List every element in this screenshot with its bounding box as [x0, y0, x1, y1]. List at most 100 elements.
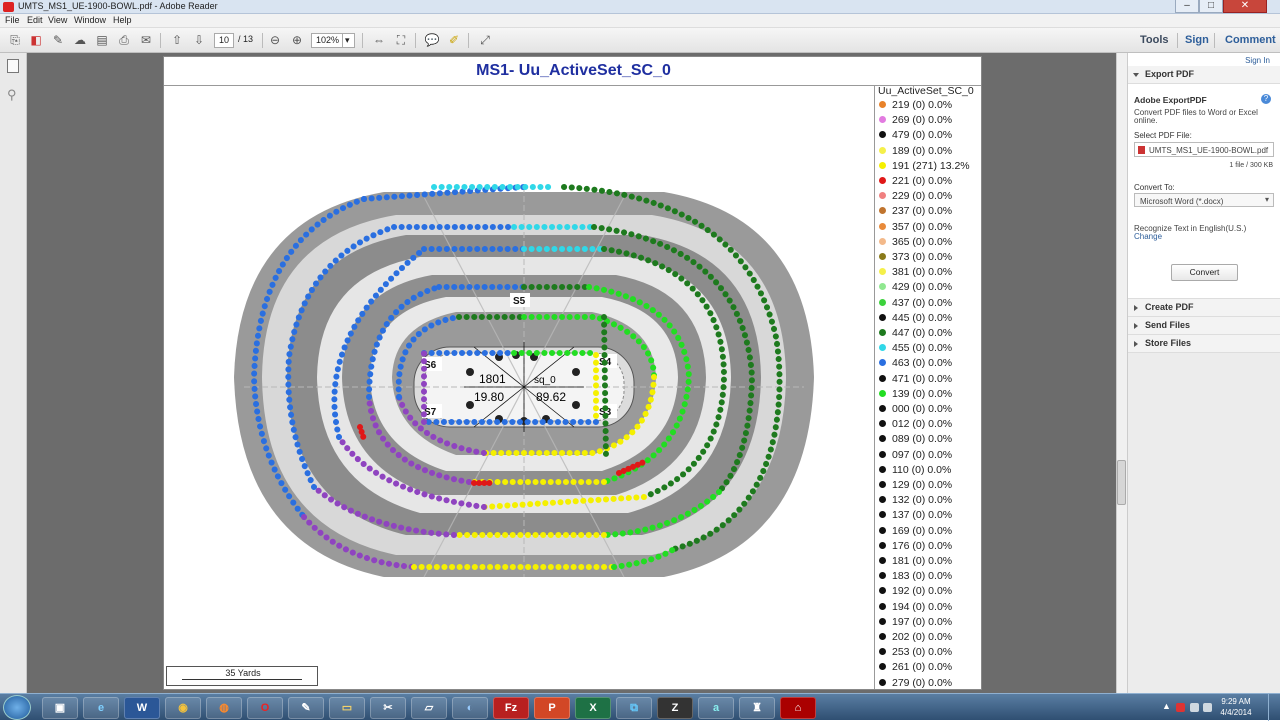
navigation-pane: ⚲: [0, 53, 27, 693]
fit-width-icon[interactable]: ⇔: [370, 32, 388, 49]
comment-button[interactable]: Comment: [1225, 34, 1276, 46]
highlight-icon[interactable]: ✐: [445, 32, 463, 49]
create-pdf-section[interactable]: Create PDF: [1128, 299, 1280, 317]
email-icon[interactable]: ✉: [137, 32, 155, 49]
save-icon[interactable]: ▤: [93, 32, 111, 49]
globe-icon[interactable]: ◐: [452, 697, 488, 719]
show-desktop-button[interactable]: [1268, 694, 1280, 721]
system-clock[interactable]: 9:29 AM 4/4/2014: [1216, 696, 1256, 718]
7zip-icon[interactable]: Z: [657, 697, 693, 719]
fit-page-icon[interactable]: ⛶: [392, 32, 410, 49]
tool-icon[interactable]: ✎: [288, 697, 324, 719]
attachment-icon[interactable]: ⚲: [7, 87, 17, 103]
taskbar: ▣ e W ◉ ◍ O ✎ ▭ ✂ ▱ ◐ Fz P X ⧉ Z a ♜ ⌂ ▲…: [0, 693, 1280, 721]
legend: Uu_ActiveSet_SC_0 219 (0) 0.0% 269 (0) 0.…: [874, 85, 981, 689]
sign-button[interactable]: Sign: [1185, 34, 1209, 46]
legend-dot-icon: [879, 481, 886, 488]
zoom-dropdown-icon[interactable]: ▾: [342, 33, 355, 48]
taskbar-app-icon[interactable]: ▣: [42, 697, 78, 719]
open-icon[interactable]: ⎘: [6, 32, 24, 49]
excel-icon[interactable]: X: [575, 697, 611, 719]
filezilla-icon[interactable]: Fz: [493, 697, 529, 719]
tray-expand-icon[interactable]: ▲: [1162, 701, 1171, 711]
scrollbar-thumb[interactable]: [1117, 460, 1126, 505]
map-label-1801: 1801: [479, 372, 506, 386]
send-files-section[interactable]: Send Files: [1128, 317, 1280, 335]
legend-item: 357 (0) 0.0%: [879, 221, 952, 236]
firefox-icon[interactable]: ◍: [206, 697, 242, 719]
app-a-icon[interactable]: a: [698, 697, 734, 719]
close-button[interactable]: ✕: [1223, 0, 1267, 13]
zoom-in-icon[interactable]: ⊕: [288, 32, 306, 49]
remote-desktop-icon[interactable]: ⧉: [616, 697, 652, 719]
create-pdf-icon[interactable]: ◧: [27, 32, 45, 49]
zoom-out-icon[interactable]: ⊖: [266, 32, 284, 49]
print-icon[interactable]: ⎙: [115, 32, 133, 49]
adobe-reader-taskbar-icon[interactable]: ⌂: [780, 697, 816, 719]
vertical-scrollbar[interactable]: [1116, 53, 1127, 693]
next-page-icon[interactable]: ⇩: [190, 32, 208, 49]
legend-item: 221 (0) 0.0%: [879, 175, 952, 190]
legend-dot-icon: [879, 344, 886, 352]
powerpoint-icon[interactable]: P: [534, 697, 570, 719]
change-link[interactable]: Change: [1134, 232, 1162, 241]
legend-label: 169 (0) 0.0%: [892, 524, 953, 537]
scale-label: 35 Yards: [225, 668, 261, 678]
legend-dot-icon: [879, 329, 886, 336]
legend-item: 183 (0) 0.0%: [879, 570, 952, 585]
menu-window[interactable]: Window: [74, 15, 106, 25]
format-select[interactable]: Microsoft Word (*.docx) ▾: [1134, 193, 1274, 207]
pdf-file-field[interactable]: UMTS_MS1_UE-1900-BOWL.pdf: [1134, 142, 1274, 157]
legend-label: 365 (0) 0.0%: [892, 235, 953, 248]
pdf-file-name: UMTS_MS1_UE-1900-BOWL.pdf: [1149, 146, 1269, 155]
tools-button[interactable]: Tools: [1140, 34, 1169, 46]
word-icon[interactable]: W: [124, 697, 160, 719]
edit-icon[interactable]: ✎: [49, 32, 67, 49]
page-thumbnails-icon[interactable]: [7, 59, 19, 73]
menu-file[interactable]: File: [5, 15, 20, 25]
cloud-upload-icon[interactable]: ☁: [71, 32, 89, 49]
legend-label: 373 (0) 0.0%: [892, 251, 953, 263]
help-icon[interactable]: ?: [1261, 94, 1271, 104]
tray-flag-icon[interactable]: [1176, 703, 1185, 712]
legend-item: 437 (0) 0.0%: [879, 297, 952, 312]
window-title: UMTS_MS1_UE-1900-BOWL.pdf - Adobe Reader: [18, 1, 218, 11]
toolbar: ⎘ ◧ ✎ ☁ ▤ ⎙ ✉ ⇧ ⇩ 10 / 13 ⊖ ⊕ 102% ▾ ⇔ ⛶…: [0, 28, 1280, 53]
internet-explorer-icon[interactable]: e: [83, 697, 119, 719]
maximize-button[interactable]: □: [1199, 0, 1223, 13]
legend-item: 471 (0) 0.0%: [879, 373, 952, 388]
previous-page-icon[interactable]: ⇧: [168, 32, 186, 49]
app-figure-icon[interactable]: ♜: [739, 697, 775, 719]
legend-item: 197 (0) 0.0%: [879, 616, 952, 631]
tray-volume-icon[interactable]: [1203, 703, 1212, 712]
legend-dot-icon: [879, 541, 886, 549]
legend-item: 447 (0) 0.0%: [879, 327, 952, 342]
start-button-icon[interactable]: [3, 695, 31, 720]
tray-network-icon[interactable]: [1190, 703, 1199, 712]
menu-view[interactable]: View: [48, 15, 67, 25]
zoom-input[interactable]: 102%: [311, 33, 343, 48]
expand-icon[interactable]: ⤢: [476, 32, 494, 49]
sign-in-link[interactable]: Sign In: [1245, 56, 1270, 65]
legend-label: 429 (0) 0.0%: [892, 281, 953, 294]
menu-help[interactable]: Help: [113, 15, 132, 25]
minimize-button[interactable]: –: [1175, 0, 1199, 13]
legend-item: 000 (0) 0.0%: [879, 403, 952, 418]
chrome-icon[interactable]: ◉: [165, 697, 201, 719]
store-files-section[interactable]: Store Files: [1128, 335, 1280, 353]
chevron-down-icon: ▾: [1264, 195, 1269, 204]
notes-icon[interactable]: ▱: [411, 697, 447, 719]
convert-button[interactable]: Convert: [1171, 264, 1238, 281]
page-number-input[interactable]: 10: [214, 33, 234, 48]
opera-icon[interactable]: O: [247, 697, 283, 719]
legend-item: 219 (0) 0.0%: [879, 99, 952, 114]
legend-title: Uu_ActiveSet_SC_0: [878, 85, 974, 97]
folder-icon[interactable]: ▭: [329, 697, 365, 719]
legend-dot-icon: [879, 131, 886, 139]
menu-edit[interactable]: Edit: [27, 15, 43, 25]
format-value: Microsoft Word (*.docx): [1140, 197, 1224, 206]
legend-item: 253 (0) 0.0%: [879, 646, 952, 661]
snipping-icon[interactable]: ✂: [370, 697, 406, 719]
sticky-note-icon[interactable]: 💬: [423, 32, 441, 49]
export-pdf-section[interactable]: Export PDF: [1128, 66, 1280, 84]
